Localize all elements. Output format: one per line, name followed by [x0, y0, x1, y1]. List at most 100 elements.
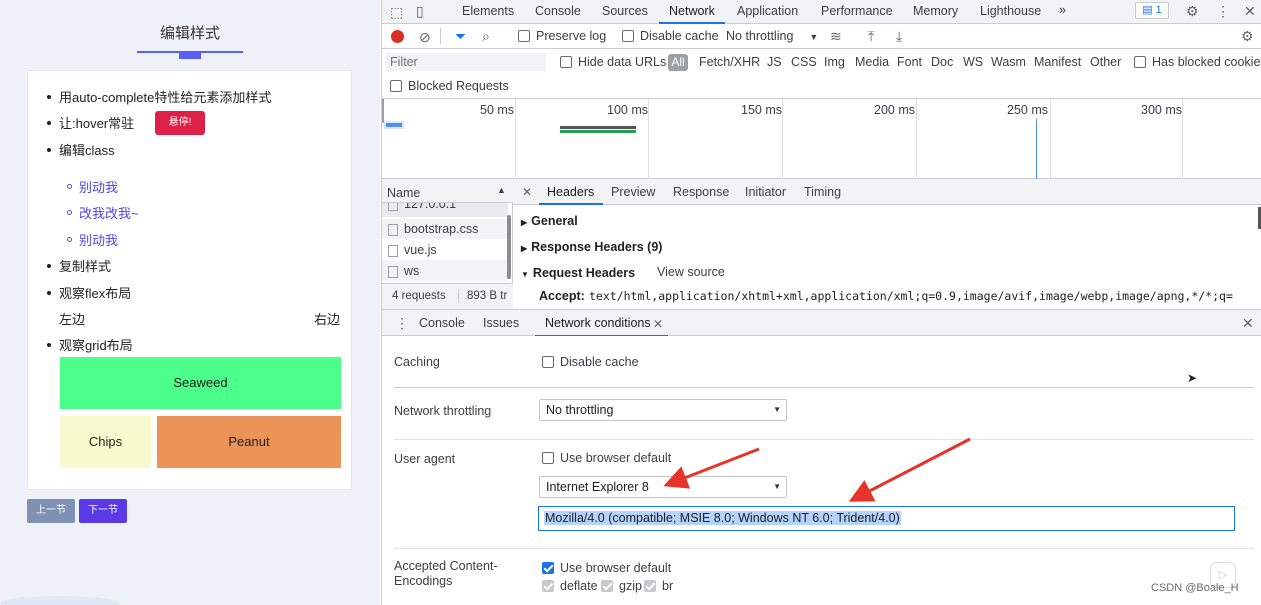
- filter-icon[interactable]: ⏷: [455, 28, 466, 44]
- hover-button[interactable]: 悬停!: [155, 111, 205, 135]
- blocked-requests-checkbox[interactable]: Blocked Requests: [390, 79, 509, 93]
- filter-type-css[interactable]: CSS: [791, 55, 817, 69]
- load-marker: [1036, 119, 1037, 179]
- filter-type-js[interactable]: JS: [767, 55, 782, 69]
- filter-type-img[interactable]: Img: [824, 55, 845, 69]
- list-item: 观察flex布局: [47, 283, 131, 302]
- gridline: [648, 99, 649, 179]
- transferred-size: 893 B tr: [467, 290, 508, 302]
- drawer-menu-icon[interactable]: ⋮: [395, 315, 409, 331]
- detail-tab-response[interactable]: Response: [673, 185, 729, 199]
- list-item: 观察grid布局: [47, 335, 133, 354]
- user-agent-select[interactable]: Internet Explorer 8 ▼: [539, 476, 787, 498]
- device-toolbar-icon[interactable]: ▯: [416, 3, 424, 19]
- gridline: [782, 99, 783, 179]
- tab-performance[interactable]: Performance: [821, 4, 893, 18]
- detail-tab-preview[interactable]: Preview: [611, 185, 655, 199]
- list-item: 复制样式: [47, 256, 111, 275]
- tab-elements[interactable]: Elements: [462, 4, 514, 18]
- filter-type-fetch-xhr[interactable]: Fetch/XHR: [699, 55, 760, 69]
- drawer-tab-console[interactable]: Console: [419, 316, 465, 330]
- dropdown-arrow-icon: ▼: [773, 405, 781, 414]
- tab-network[interactable]: Network: [669, 4, 715, 18]
- tab-console[interactable]: Console: [535, 4, 581, 18]
- kebab-menu-icon[interactable]: ⋮: [1216, 3, 1230, 19]
- class-sub-item[interactable]: 别动我: [67, 177, 118, 196]
- user-agent-label: User agent: [394, 452, 456, 466]
- export-har-icon[interactable]: ⤓: [896, 28, 902, 44]
- network-settings-icon[interactable]: ⚙: [1241, 28, 1254, 44]
- filter-type-media[interactable]: Media: [855, 55, 889, 69]
- prev-section-button[interactable]: 上一节: [27, 499, 75, 523]
- filter-type-other[interactable]: Other: [1090, 55, 1121, 69]
- tab-application[interactable]: Application: [737, 4, 798, 18]
- close-detail-icon[interactable]: ✕: [522, 184, 532, 200]
- demo-card: 用auto-complete特性给元素添加样式 让:hover常驻 悬停! 编辑…: [27, 70, 352, 490]
- request-row[interactable]: vue.js: [382, 239, 508, 260]
- network-conditions-icon[interactable]: ≋: [830, 28, 842, 44]
- record-icon[interactable]: [391, 30, 404, 43]
- demo-page: 编辑样式 用auto-complete特性给元素添加样式 让:hover常驻 悬…: [0, 0, 380, 605]
- range-handle[interactable]: [382, 99, 384, 123]
- filter-type-manifest[interactable]: Manifest: [1034, 55, 1081, 69]
- filter-input[interactable]: [386, 53, 546, 71]
- filter-bar: Hide data URLs All Fetch/XHR JS CSS Img …: [382, 49, 1261, 99]
- grid-chips: Chips: [60, 416, 151, 468]
- more-tabs-icon[interactable]: »: [1059, 3, 1066, 17]
- close-devtools-icon[interactable]: ✕: [1244, 3, 1256, 19]
- filter-type-font[interactable]: Font: [897, 55, 922, 69]
- class-sub-item[interactable]: 别动我: [67, 230, 118, 249]
- ua-use-browser-default-checkbox[interactable]: Use browser default: [542, 451, 671, 465]
- nc-disable-cache-checkbox[interactable]: Disable cache: [542, 355, 639, 369]
- hide-data-urls-checkbox[interactable]: Hide data URLs: [560, 55, 666, 69]
- annotation-arrow: [848, 437, 971, 502]
- user-agent-string-input[interactable]: Mozilla/4.0 (compatible; MSIE 8.0; Windo…: [538, 506, 1235, 531]
- filter-type-ws[interactable]: WS: [963, 55, 983, 69]
- import-har-icon[interactable]: ⤒: [868, 28, 874, 44]
- filter-type-all[interactable]: All: [668, 54, 688, 71]
- response-headers-section[interactable]: ▶ Response Headers (9): [521, 240, 662, 254]
- general-section[interactable]: ▶ General: [521, 214, 578, 228]
- grid-peanut: Peanut: [157, 416, 341, 468]
- drawer-tab-network-conditions[interactable]: Network conditions: [545, 316, 651, 330]
- detail-tab-initiator[interactable]: Initiator: [745, 185, 786, 199]
- detail-tab-headers[interactable]: Headers: [547, 185, 594, 199]
- name-column-header[interactable]: Name ▲: [382, 179, 513, 203]
- request-row[interactable]: 127.0.0.1: [382, 203, 508, 217]
- network-throttling-select[interactable]: No throttling ▼: [539, 399, 787, 421]
- issues-badge[interactable]: ▤ 1: [1135, 2, 1169, 19]
- clear-icon[interactable]: ⊘: [419, 29, 431, 45]
- tab-memory[interactable]: Memory: [913, 4, 958, 18]
- request-row[interactable]: ws: [382, 260, 508, 281]
- request-headers-section[interactable]: ▼ Request Headers: [521, 266, 635, 280]
- tab-sources[interactable]: Sources: [602, 4, 648, 18]
- disable-cache-checkbox[interactable]: Disable cache: [622, 29, 719, 43]
- tab-lighthouse[interactable]: Lighthouse: [980, 4, 1041, 18]
- filter-type-doc[interactable]: Doc: [931, 55, 953, 69]
- requests-list: Name ▲ 127.0.0.1 bootstrap.css vue.js ws…: [382, 179, 513, 309]
- decorative-wave: [0, 596, 120, 605]
- search-icon[interactable]: ⌕: [482, 28, 490, 44]
- inspect-element-icon[interactable]: ⬚: [390, 4, 403, 20]
- request-bar: [384, 121, 404, 129]
- timeline-overview[interactable]: 50 ms 100 ms 150 ms 200 ms 250 ms 300 ms: [382, 99, 1261, 179]
- close-drawer-icon[interactable]: ✕: [1242, 315, 1254, 331]
- request-count: 4 requests: [392, 290, 446, 302]
- enc-deflate-checkbox: deflate: [542, 579, 598, 593]
- request-row[interactable]: bootstrap.css: [382, 219, 508, 239]
- detail-tabbar: ✕ Headers Preview Response Initiator Tim…: [513, 179, 1261, 205]
- filter-type-wasm[interactable]: Wasm: [991, 55, 1026, 69]
- next-section-button[interactable]: 下一节: [79, 499, 127, 523]
- preserve-log-checkbox[interactable]: Preserve log: [518, 29, 606, 43]
- divider: [394, 439, 1254, 440]
- throttling-select[interactable]: No throttling ▼: [726, 29, 818, 43]
- close-tab-icon[interactable]: ✕: [653, 316, 663, 332]
- enc-use-browser-default-checkbox[interactable]: Use browser default: [542, 561, 671, 575]
- has-blocked-cookies-checkbox[interactable]: Has blocked cookies: [1134, 55, 1261, 69]
- drawer-tab-issues[interactable]: Issues: [483, 316, 519, 330]
- view-source-link[interactable]: View source: [657, 265, 725, 279]
- settings-gear-icon[interactable]: ⚙: [1186, 3, 1199, 19]
- class-sub-item[interactable]: 改我改我~: [67, 203, 139, 222]
- list-scrollbar[interactable]: [507, 215, 511, 279]
- detail-tab-timing[interactable]: Timing: [804, 185, 841, 199]
